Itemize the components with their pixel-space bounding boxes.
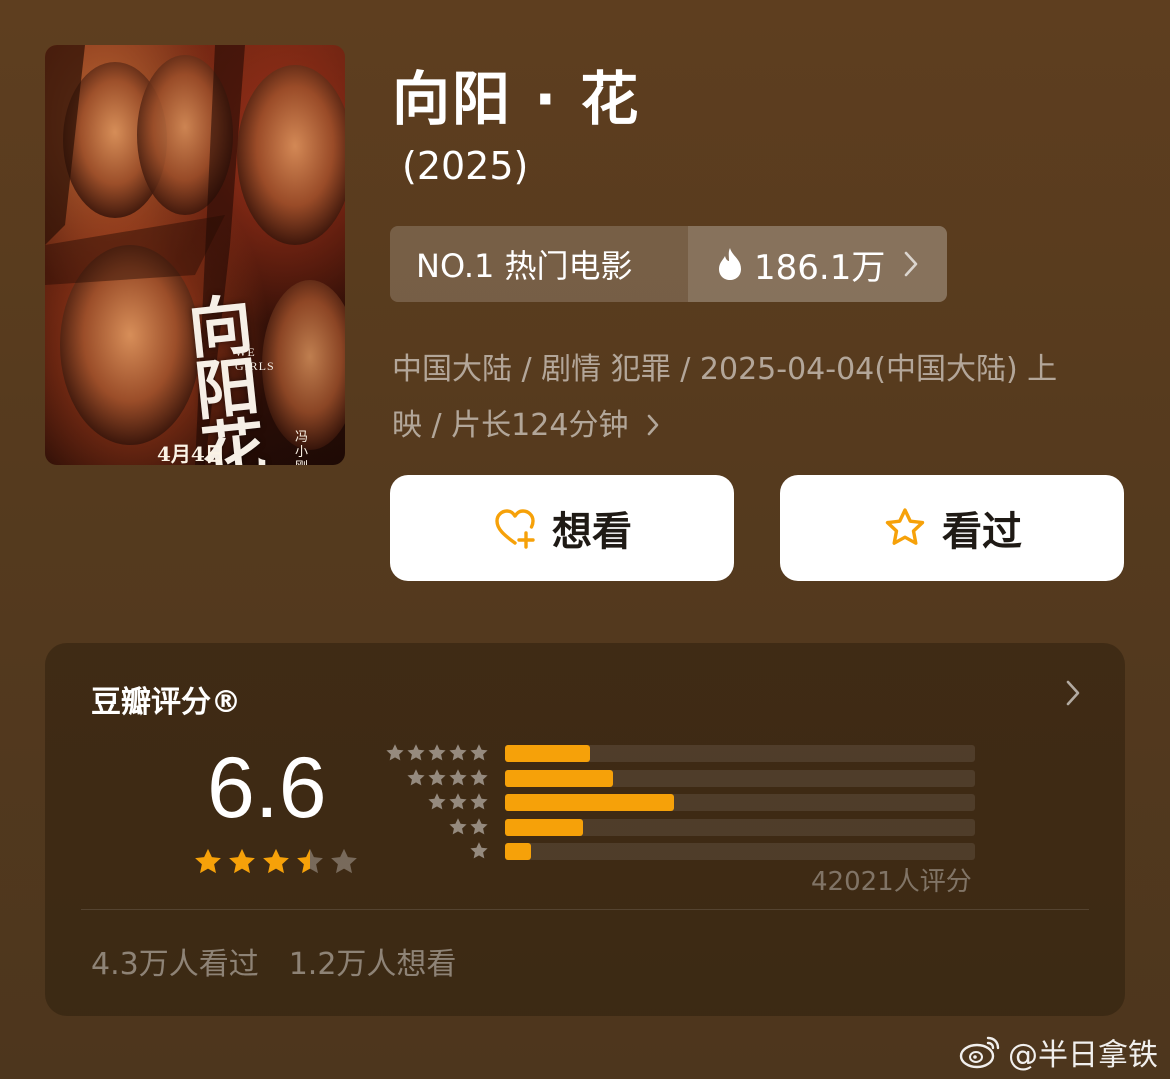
meta-line-1: 中国大陆 / 剧情 犯罪 / 2025-04-04(中国大陆) 上 — [392, 352, 1058, 387]
poster-artwork — [45, 45, 345, 465]
distribution-star-icon — [428, 768, 446, 785]
distribution-stars — [383, 768, 489, 790]
watermark-text: @半日拿铁 — [1008, 1038, 1158, 1073]
distribution-star-icon — [470, 817, 488, 834]
distribution-bar-track — [505, 769, 975, 787]
weibo-logo-icon — [959, 1036, 1000, 1069]
distribution-star-label — [383, 817, 489, 841]
distribution-star-icon — [470, 842, 488, 859]
poster-director-line3: 刚 — [295, 460, 308, 465]
seen-label: 看过 — [942, 509, 1022, 555]
poster-release-date: 4月4日 — [157, 442, 225, 465]
distribution-bar-track — [505, 745, 975, 762]
distribution-bar-track — [505, 818, 975, 836]
distribution-bar-fill — [505, 818, 583, 836]
movie-year: (2025) — [402, 144, 529, 188]
distribution-star-icon — [407, 768, 425, 785]
distribution-stars — [383, 817, 489, 839]
chevron-right-icon[interactable] — [1065, 679, 1081, 707]
rating-star-icon — [263, 848, 289, 874]
distribution-bar-track — [505, 843, 975, 860]
rank-label: NO.1 热门电影 — [416, 247, 633, 285]
distribution-star-icon — [386, 744, 404, 761]
meta-line-2-wrap: 映 / 片长124分钟 — [392, 398, 1132, 454]
distribution-star-icon — [470, 768, 488, 785]
weibo-watermark: @半日拿铁 — [958, 1030, 1158, 1074]
chevron-right-icon — [647, 414, 659, 436]
heart-plus-icon — [495, 509, 535, 549]
poster-director: 冯 小 刚 — [295, 430, 308, 465]
rating-score: 6.6 — [207, 740, 327, 836]
distribution-star-icon — [407, 744, 425, 761]
distribution-stars — [383, 743, 489, 765]
rating-count: 42021人评分 — [811, 867, 972, 897]
meta-line-2: 映 / 片长124分钟 — [392, 408, 629, 443]
movie-poster[interactable]: 向阳花 WE GIRLS 4月4日 冯 小 刚 — [45, 45, 345, 465]
poster-english-title: WE GIRLS — [235, 345, 275, 373]
want-to-watch-button[interactable]: 想看 — [390, 475, 734, 581]
rating-star-icon — [297, 848, 323, 874]
distribution-bar-track — [505, 794, 975, 811]
distribution-bar-fill — [505, 794, 675, 811]
distribution-bar-fill — [505, 745, 590, 762]
divider — [81, 909, 1089, 910]
distribution-star-icon — [470, 793, 488, 810]
rating-card[interactable]: 豆瓣评分® 6.6 42021人评分 4.3万人看过 1.2万人想看 — [45, 643, 1125, 1016]
distribution-star-label — [383, 768, 489, 792]
rating-stars — [193, 847, 359, 877]
distribution-star-icon — [428, 744, 446, 761]
heat-value: 186.1万 — [754, 247, 886, 288]
poster-english-line2: GIRLS — [235, 359, 275, 373]
distribution-star-icon — [449, 744, 467, 761]
want-count: 1.2万人想看 — [288, 947, 457, 982]
movie-meta[interactable]: 中国大陆 / 剧情 犯罪 / 2025-04-04(中国大陆) 上 映 / 片长… — [392, 342, 1132, 454]
distribution-stars — [383, 841, 489, 863]
want-label: 想看 — [552, 509, 632, 555]
distribution-bar-fill — [505, 843, 531, 860]
heat-indicator[interactable]: 186.1万 — [688, 226, 947, 302]
chevron-right-icon — [905, 251, 918, 277]
rating-star-icon — [229, 848, 255, 874]
audience-stats: 4.3万人看过 1.2万人想看 — [91, 939, 456, 983]
poster-director-line2: 小 — [295, 445, 309, 460]
distribution-star-label — [383, 841, 489, 865]
poster-director-line1: 冯 — [295, 430, 309, 445]
poster-english-line1: WE — [235, 345, 256, 359]
distribution-stars — [383, 792, 489, 814]
ranking-chip[interactable]: NO.1 热门电影 186.1万 — [390, 226, 947, 302]
rating-title: 豆瓣评分® — [91, 685, 241, 720]
seen-count: 4.3万人看过 — [91, 947, 259, 982]
watched-button[interactable]: 看过 — [780, 475, 1124, 581]
distribution-star-icon — [449, 768, 467, 785]
distribution-star-icon — [470, 744, 488, 761]
distribution-star-label — [383, 792, 489, 816]
flame-icon — [719, 248, 741, 280]
rating-star-icon — [331, 848, 357, 874]
distribution-bar-fill — [505, 769, 614, 787]
distribution-star-icon — [449, 817, 467, 834]
distribution-star-icon — [428, 793, 446, 810]
distribution-star-icon — [449, 793, 467, 810]
rating-star-icon — [195, 848, 221, 874]
distribution-star-label — [383, 743, 489, 767]
movie-title: 向阳 · 花 — [392, 65, 641, 133]
star-outline-icon — [885, 508, 925, 545]
